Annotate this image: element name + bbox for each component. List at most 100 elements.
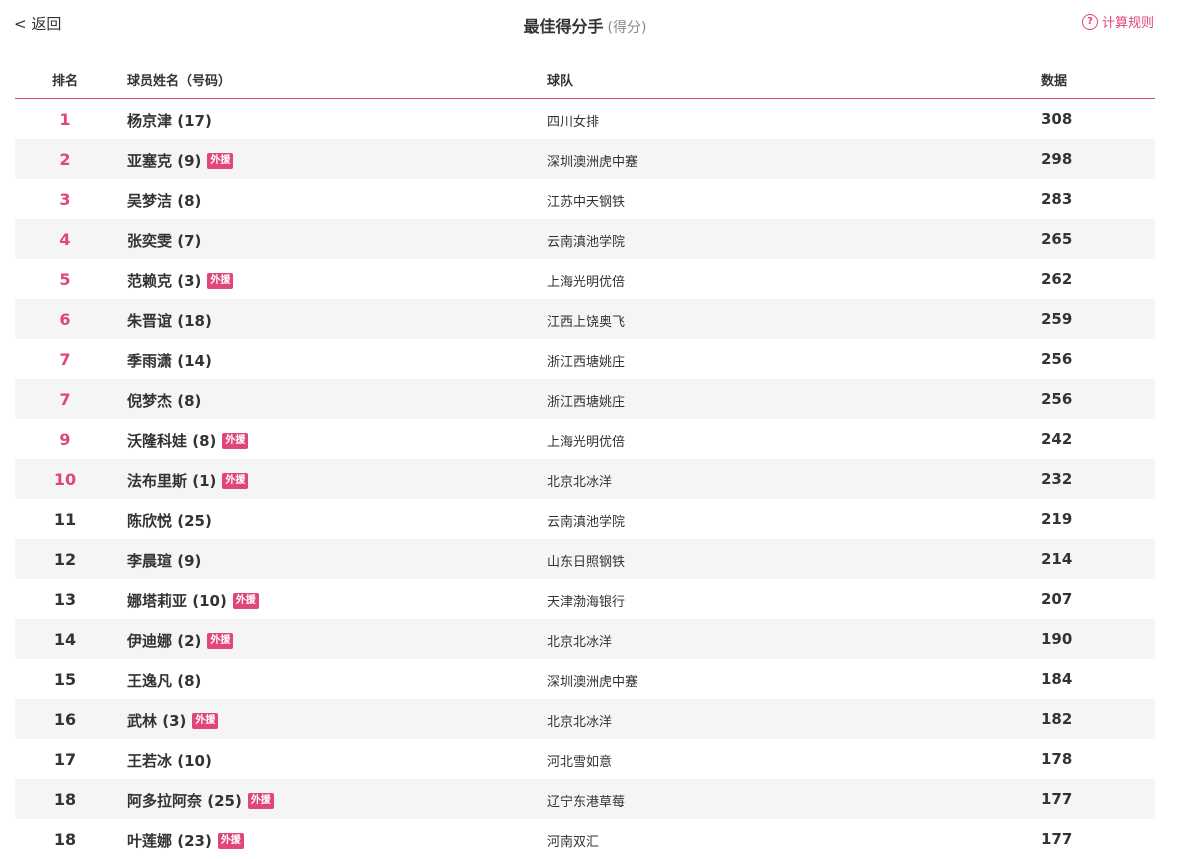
row-player: 张奕雯 (7) — [127, 230, 201, 251]
row-rank: 17 — [53, 750, 77, 769]
row-rank: 18 — [53, 830, 77, 849]
row-player: 伊迪娜 (2) 外援 — [127, 630, 234, 651]
row-team: 四川女排 — [547, 115, 600, 130]
row-player-name: 法布里斯 (1) — [127, 472, 217, 490]
row-value: 177 — [1041, 790, 1073, 808]
row-player: 王若冰 (10) — [127, 750, 212, 771]
table-row[interactable]: 2 亚塞克 (9) 外援 深圳澳洲虎中蹇 298 — [15, 139, 1155, 179]
table-body: 1 杨京津 (17) 四川女排 308 2 亚塞克 (9) 外援 深圳澳洲虎中蹇 298 3 吴梦洁… — [15, 99, 1155, 859]
row-rank: 2 — [59, 150, 71, 169]
row-player-name: 亚塞克 (9) — [127, 152, 202, 170]
row-value: 265 — [1041, 230, 1073, 248]
row-player-name: 娜塔莉亚 (10) — [127, 592, 227, 610]
table-row[interactable]: 4 张奕雯 (7) 云南滇池学院 265 — [15, 219, 1155, 259]
row-player-name: 叶莲娜 (23) — [127, 832, 212, 850]
row-value: 259 — [1041, 310, 1073, 328]
table-header: 排名 球员姓名（号码） 球队 数据 — [15, 58, 1155, 99]
row-player-name: 季雨潇 (14) — [127, 352, 212, 370]
row-team: 北京北冰洋 — [547, 635, 613, 650]
row-player: 王逸凡 (8) — [127, 670, 201, 691]
row-rank: 12 — [53, 550, 77, 569]
row-player: 朱晋谊 (18) — [127, 310, 212, 331]
foreign-badge: 外援 — [222, 472, 249, 489]
row-player-name: 杨京津 (17) — [127, 112, 212, 130]
foreign-badge: 外援 — [192, 712, 219, 729]
header-team: 球队 — [547, 74, 574, 89]
row-player-name: 武林 (3) — [127, 712, 187, 730]
row-value: 232 — [1041, 470, 1073, 488]
page-subtitle: (得分) — [607, 20, 647, 36]
row-value: 207 — [1041, 590, 1073, 608]
foreign-badge: 外援 — [207, 272, 234, 289]
table-row[interactable]: 6 朱晋谊 (18) 江西上饶奥飞 259 — [15, 299, 1155, 339]
table-row[interactable]: 5 范赖克 (3) 外援 上海光明优倍 262 — [15, 259, 1155, 299]
row-team: 云南滇池学院 — [547, 235, 626, 250]
row-team: 天津渤海银行 — [547, 595, 626, 610]
row-team: 北京北冰洋 — [547, 715, 613, 730]
row-player-name: 李晨瑄 (9) — [127, 552, 202, 570]
row-player: 法布里斯 (1) 外援 — [127, 470, 249, 491]
table-row[interactable]: 14 伊迪娜 (2) 外援 北京北冰洋 190 — [15, 619, 1155, 659]
row-player: 吴梦洁 (8) — [127, 190, 201, 211]
row-player: 叶莲娜 (23) 外援 — [127, 830, 244, 851]
row-player: 范赖克 (3) 外援 — [127, 270, 234, 291]
row-team: 山东日照钢铁 — [547, 555, 626, 570]
row-value: 308 — [1041, 110, 1073, 128]
row-rank: 1 — [59, 110, 71, 129]
row-player: 倪梦杰 (8) — [127, 390, 201, 411]
row-rank: 6 — [59, 310, 71, 329]
header-name: 球员姓名（号码） — [127, 74, 232, 89]
table-row[interactable]: 16 武林 (3) 外援 北京北冰洋 182 — [15, 699, 1155, 739]
row-player: 季雨潇 (14) — [127, 350, 212, 371]
row-value: 184 — [1041, 670, 1073, 688]
row-team: 上海光明优倍 — [547, 275, 626, 290]
row-team: 深圳澳洲虎中蹇 — [547, 155, 639, 170]
row-player: 陈欣悦 (25) — [127, 510, 212, 531]
row-team: 上海光明优倍 — [547, 435, 626, 450]
row-player: 亚塞克 (9) 外援 — [127, 150, 234, 171]
row-team: 北京北冰洋 — [547, 475, 613, 490]
row-value: 182 — [1041, 710, 1073, 728]
table-row[interactable]: 9 沃隆科娃 (8) 外援 上海光明优倍 242 — [15, 419, 1155, 459]
row-value: 283 — [1041, 190, 1073, 208]
table-row[interactable]: 18 阿多拉阿奈 (25) 外援 辽宁东港草莓 177 — [15, 779, 1155, 819]
row-rank: 10 — [53, 470, 77, 489]
table-row[interactable]: 3 吴梦洁 (8) 江苏中天钢铁 283 — [15, 179, 1155, 219]
row-player: 娜塔莉亚 (10) 外援 — [127, 590, 259, 611]
row-value: 256 — [1041, 390, 1073, 408]
table-row[interactable]: 18 叶莲娜 (23) 外援 河南双汇 177 — [15, 819, 1155, 859]
foreign-badge: 外援 — [217, 832, 244, 849]
row-player-name: 陈欣悦 (25) — [127, 512, 212, 530]
table-row[interactable]: 13 娜塔莉亚 (10) 外援 天津渤海银行 207 — [15, 579, 1155, 619]
rules-link[interactable]: ? 计算规则 — [1081, 12, 1154, 31]
row-player: 李晨瑄 (9) — [127, 550, 201, 571]
row-team: 河北雪如意 — [547, 755, 613, 770]
row-value: 242 — [1041, 430, 1073, 448]
table-row[interactable]: 7 倪梦杰 (8) 浙江西塘姚庄 256 — [15, 379, 1155, 419]
foreign-badge: 外援 — [232, 592, 259, 609]
header-rank: 排名 — [51, 74, 78, 89]
row-player-name: 伊迪娜 (2) — [127, 632, 202, 650]
row-player-name: 范赖克 (3) — [127, 272, 202, 290]
rules-label: 计算规则 — [1101, 16, 1154, 31]
table-row[interactable]: 7 季雨潇 (14) 浙江西塘姚庄 256 — [15, 339, 1155, 379]
page-title-text: 最佳得分手 — [523, 17, 604, 36]
question-icon: ? — [1081, 13, 1098, 30]
table-row[interactable]: 12 李晨瑄 (9) 山东日照钢铁 214 — [15, 539, 1155, 579]
row-rank: 18 — [53, 790, 77, 809]
table-row[interactable]: 1 杨京津 (17) 四川女排 308 — [15, 99, 1155, 139]
table-row[interactable]: 10 法布里斯 (1) 外援 北京北冰洋 232 — [15, 459, 1155, 499]
row-value: 298 — [1041, 150, 1073, 168]
row-rank: 5 — [59, 270, 71, 289]
table-row[interactable]: 15 王逸凡 (8) 深圳澳洲虎中蹇 184 — [15, 659, 1155, 699]
row-team: 浙江西塘姚庄 — [547, 395, 626, 410]
row-team: 深圳澳洲虎中蹇 — [547, 675, 639, 690]
row-value: 256 — [1041, 350, 1073, 368]
row-rank: 3 — [59, 190, 71, 209]
table-row[interactable]: 17 王若冰 (10) 河北雪如意 178 — [15, 739, 1155, 779]
row-player-name: 朱晋谊 (18) — [127, 312, 212, 330]
foreign-badge: 外援 — [207, 632, 234, 649]
row-player-name: 吴梦洁 (8) — [127, 192, 202, 210]
table-row[interactable]: 11 陈欣悦 (25) 云南滇池学院 219 — [15, 499, 1155, 539]
row-value: 219 — [1041, 510, 1073, 528]
